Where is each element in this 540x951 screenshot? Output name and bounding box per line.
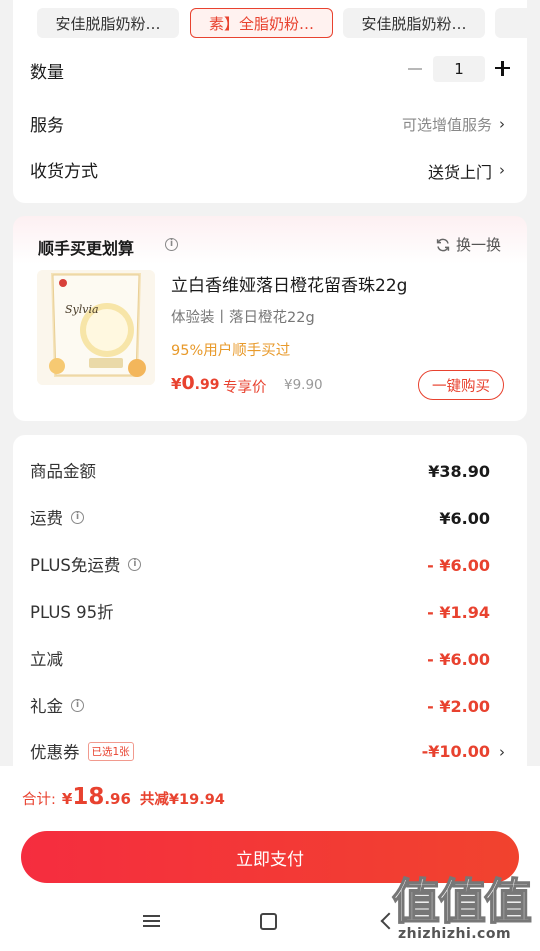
- spec-option-chip-selected[interactable]: 素】全脂奶粉…: [190, 8, 333, 38]
- addon-product-name[interactable]: 立白香维娅落日橙花留香珠22g: [171, 271, 407, 296]
- delivery-method-value[interactable]: 送货上门: [428, 159, 492, 183]
- original-price: ¥9.90: [284, 377, 323, 393]
- spec-option-chip[interactable]: 安佳脱脂奶粉…: [343, 8, 485, 38]
- info-icon[interactable]: i: [165, 238, 178, 251]
- addon-bought-hint: 95%用户顺手买过: [171, 343, 291, 359]
- menu-icon[interactable]: [131, 906, 171, 936]
- fee-label-coupon[interactable]: 优惠券 已选1张: [30, 739, 134, 763]
- price-integer: 0: [181, 372, 195, 394]
- fee-value-gift-money: - ¥2.00: [427, 697, 490, 716]
- service-value[interactable]: 可选增值服务: [402, 114, 492, 135]
- price-decimal: .99: [194, 377, 220, 393]
- addon-price: ¥0.99: [171, 372, 219, 394]
- delivery-method-label: 收货方式: [30, 162, 98, 182]
- total-integer: 18: [72, 784, 105, 810]
- fee-label-shipping: 运费 i: [30, 505, 84, 529]
- watermark: 值值值 zhizhizhi.com: [391, 862, 540, 951]
- fee-label-text: 商品金额: [30, 462, 96, 481]
- total-discount: 共减¥19.94: [139, 792, 225, 808]
- spec-option-chip-partial[interactable]: [495, 8, 535, 38]
- fee-label-goods-amount: 商品金额: [30, 458, 96, 482]
- one-click-buy-button[interactable]: 一键购买: [418, 370, 504, 400]
- fee-value-plus-free-shipping: - ¥6.00: [427, 556, 490, 575]
- fee-label-text: 优惠券: [30, 743, 80, 762]
- fee-value-coupon[interactable]: -¥10.00: [422, 742, 490, 761]
- fee-value-instant-discount: - ¥6.00: [427, 650, 490, 669]
- swap-label: 换一换: [455, 236, 501, 254]
- quantity-decrease-button[interactable]: [406, 59, 426, 79]
- spec-option-chip[interactable]: 安佳脱脂奶粉…: [37, 8, 179, 38]
- fee-label-instant-discount: 立减: [30, 646, 63, 670]
- refresh-icon: [436, 238, 450, 251]
- chevron-right-icon[interactable]: ›: [499, 745, 509, 760]
- info-icon[interactable]: i: [71, 698, 84, 712]
- chevron-right-icon[interactable]: ›: [499, 163, 509, 178]
- fee-value-shipping: ¥6.00: [439, 509, 490, 528]
- swap-button[interactable]: 换一换: [435, 234, 501, 255]
- fee-label-text: PLUS 95折: [30, 603, 114, 622]
- watermark-url: zhizhizhi.com: [398, 926, 512, 942]
- product-image[interactable]: Sylvia: [37, 270, 155, 385]
- total-symbol: ¥: [61, 790, 73, 808]
- exclusive-price-tag: 专享价: [223, 380, 267, 396]
- addon-section-title: 顺手买更划算: [38, 239, 135, 258]
- fee-label-text: 立减: [30, 650, 63, 669]
- fee-label-plus-free-shipping: PLUS免运费 i: [30, 552, 142, 576]
- fee-label-text: 礼金: [30, 697, 63, 716]
- total-label: 合计:: [22, 792, 56, 808]
- fee-value-goods-amount: ¥38.90: [428, 462, 490, 481]
- fee-label-plus-discount: PLUS 95折: [30, 599, 114, 623]
- fee-value-plus-discount: - ¥1.94: [427, 603, 490, 622]
- home-icon[interactable]: [248, 906, 288, 936]
- quantity-input[interactable]: 1: [433, 56, 485, 82]
- info-icon[interactable]: i: [128, 557, 142, 571]
- addon-recommendation-card: 顺手买更划算 i 换一换 Sylvia 立白香维娅落日橙花留香珠22g 体验装丨…: [13, 216, 527, 421]
- total-decimal: .96: [104, 790, 131, 808]
- fee-label-text: PLUS免运费: [30, 556, 121, 575]
- order-total: 合计: ¥ 18 .96 共减¥19.94: [22, 784, 225, 810]
- fee-label-gift-money: 礼金 i: [30, 693, 84, 717]
- product-image-brand-text: Sylvia: [65, 303, 99, 316]
- coupon-selected-badge: 已选1张: [87, 741, 134, 761]
- chevron-right-icon[interactable]: ›: [499, 117, 509, 132]
- quantity-increase-button[interactable]: [493, 58, 513, 78]
- order-options-card: 安佳脱脂奶粉… 素】全脂奶粉… 安佳脱脂奶粉… 数量 1 服务 可选增值服务 ›…: [13, 0, 535, 203]
- fee-breakdown-card: 商品金额 ¥38.90 运费 i ¥6.00 PLUS免运费 i - ¥6.00 P…: [13, 435, 527, 775]
- addon-product-spec: 体验装丨落日橙花22g: [171, 310, 315, 326]
- watermark-logo: 值值值: [391, 873, 533, 931]
- price-symbol: ¥: [171, 375, 182, 393]
- info-icon[interactable]: i: [71, 510, 84, 524]
- quantity-label: 数量: [30, 63, 64, 83]
- service-label: 服务: [30, 116, 64, 136]
- fee-label-text: 运费: [30, 509, 63, 528]
